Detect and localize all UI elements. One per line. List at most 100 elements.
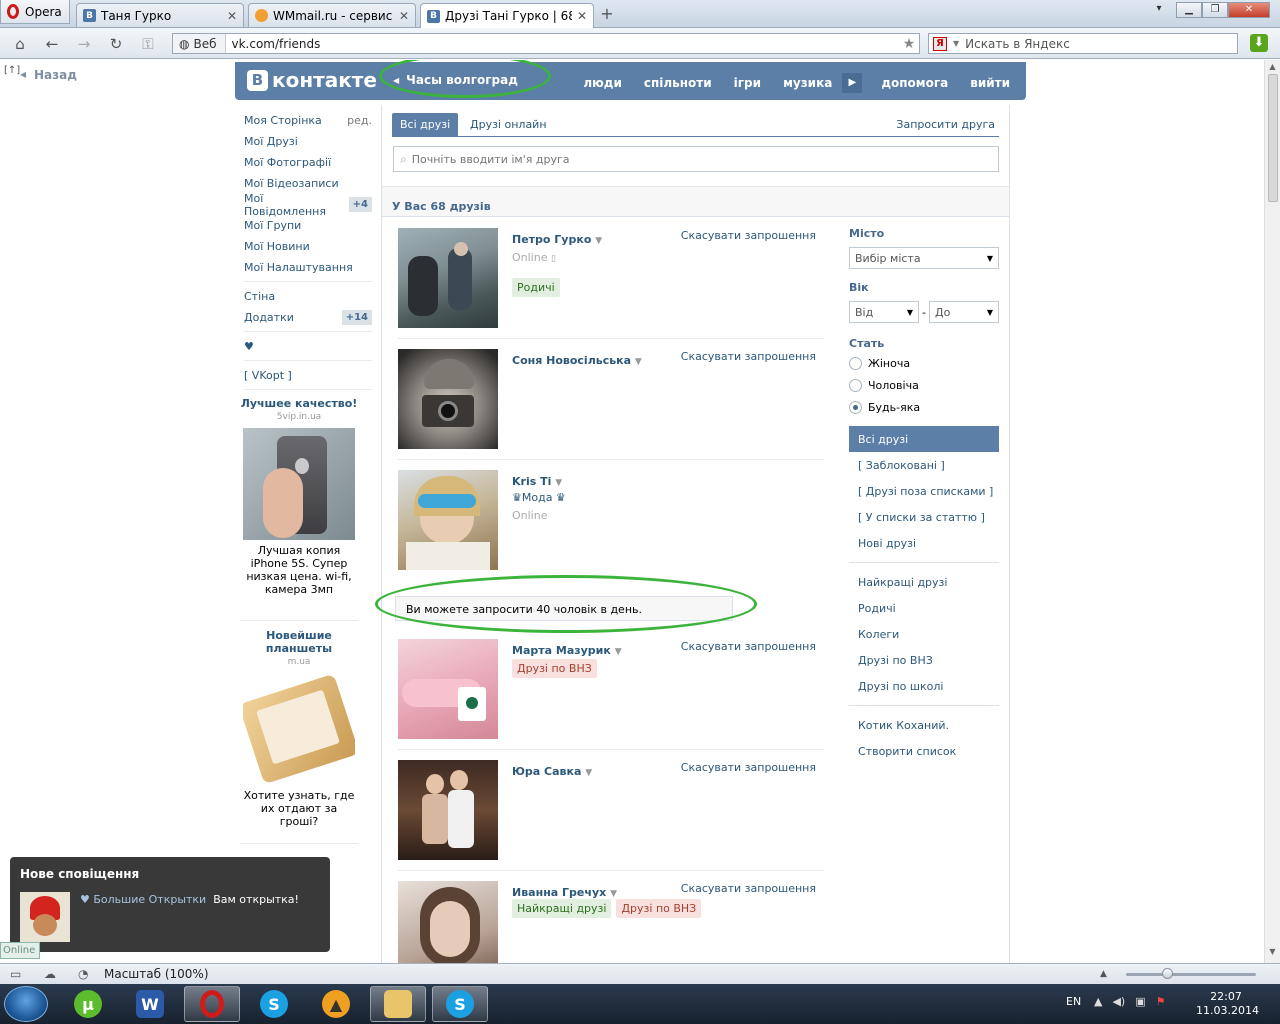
web-badge[interactable]: ◍ Веб	[173, 34, 226, 53]
dropdown-triangle-icon[interactable]: ▼	[610, 889, 617, 899]
reload-icon[interactable]: ↻	[106, 34, 126, 54]
sex-radio-male[interactable]: Чоловіча	[849, 374, 999, 396]
list-outside-lists[interactable]: [ Друзі поза списками ]	[849, 478, 999, 504]
zoom-slider[interactable]	[1126, 973, 1256, 976]
ad-block[interactable]: Лучшее качество! 5vip.in.ua Лучшая копия…	[240, 397, 358, 596]
search-engine-dropdown-icon[interactable]: ▼	[953, 39, 959, 48]
menu-my-news[interactable]: Мої Новини	[244, 236, 372, 257]
taskbar-skype-2[interactable]: S	[432, 986, 488, 1022]
zoom-slider-thumb[interactable]	[1162, 968, 1173, 979]
city-select[interactable]: Вибір міста ▼	[849, 247, 999, 269]
scroll-up-marker[interactable]: [↑]	[4, 65, 20, 76]
ad-title[interactable]: Новейшие планшеты	[240, 629, 358, 655]
notification-source-link[interactable]: ♥ Большие Открытки	[80, 893, 206, 906]
friend-tag[interactable]: Родичі	[512, 278, 560, 297]
dropdown-triangle-icon[interactable]: ▼	[585, 768, 592, 778]
ad-image-tablet[interactable]	[243, 673, 355, 785]
volume-icon[interactable]: ◀)	[1112, 995, 1125, 1008]
new-tab-button[interactable]: +	[598, 6, 616, 24]
notification-avatar[interactable]	[20, 892, 70, 942]
cancel-invite-link[interactable]: Скасувати запрошення	[681, 229, 816, 242]
forward-arrow-icon[interactable]: →	[74, 34, 94, 54]
zoom-menu-icon[interactable]: ▲	[1100, 969, 1107, 979]
dropdown-triangle-icon[interactable]: ▼	[555, 478, 562, 488]
list-by-sex[interactable]: [ У списки за статтю ]	[849, 504, 999, 530]
tab-online-friends[interactable]: Друзі онлайн	[462, 113, 555, 136]
list-all-friends[interactable]: Всі друзі	[849, 426, 999, 452]
friend-name[interactable]: Петро Гурко ▼	[512, 233, 602, 246]
list-university-friends[interactable]: Друзі по ВНЗ	[849, 647, 999, 673]
nav-play-icon[interactable]: ▶	[842, 73, 863, 93]
invite-friend-link[interactable]: Запросити друга	[896, 118, 995, 131]
friend-name[interactable]: Иванна Гречух ▼	[512, 886, 617, 899]
friend-photo[interactable]	[398, 881, 498, 963]
cancel-invite-link[interactable]: Скасувати запрошення	[681, 350, 816, 363]
scrollbar-thumb[interactable]	[1268, 74, 1278, 202]
speed-dial-icon[interactable]: ◔	[78, 967, 88, 981]
key-icon[interactable]: ⚿	[138, 34, 158, 54]
friend-photo[interactable]	[398, 639, 498, 739]
friend-photo[interactable]	[398, 228, 498, 328]
browser-tab[interactable]: В Таня Гурко ✕	[76, 3, 244, 27]
friend-name[interactable]: Марта Мазурик ▼	[512, 644, 622, 657]
nav-logout[interactable]: вийти	[959, 76, 1010, 90]
dropdown-triangle-icon[interactable]: ▼	[615, 647, 622, 657]
taskbar-utorrent[interactable]: µ	[60, 986, 116, 1022]
menu-my-messages[interactable]: Мої Повідомлення +4	[244, 192, 372, 218]
cancel-invite-link[interactable]: Скасувати запрошення	[681, 761, 816, 774]
tab-all-friends[interactable]: Всі друзі	[392, 113, 459, 136]
edit-link[interactable]: ред.	[347, 114, 372, 127]
list-best-friends[interactable]: Найкращі друзі	[849, 569, 999, 595]
back-link[interactable]: [↑] ◂ Назад	[4, 65, 77, 82]
menu-apps[interactable]: Додатки +14	[244, 307, 372, 328]
nav-communities[interactable]: спільноти	[633, 76, 723, 90]
taskbar-aimp[interactable]: ▲	[308, 986, 364, 1022]
tab-list-chevron-icon[interactable]: ▾	[1146, 2, 1172, 18]
friend-name[interactable]: Kris Ti ▼	[512, 475, 562, 488]
download-icon[interactable]: ⬇	[1250, 34, 1268, 52]
clock[interactable]: 22:07 11.03.2014	[1196, 990, 1259, 1018]
taskbar-word[interactable]: W	[122, 986, 178, 1022]
language-indicator[interactable]: EN	[1066, 995, 1081, 1008]
tray-expand-icon[interactable]: ▲	[1094, 995, 1102, 1008]
radio-button-selected[interactable]	[849, 400, 862, 414]
list-relatives[interactable]: Родичі	[849, 595, 999, 621]
friend-search-input[interactable]: ⌕ Почніть вводити ім'я друга	[393, 146, 999, 172]
cancel-invite-link[interactable]: Скасувати запрошення	[681, 640, 816, 653]
notification-popup[interactable]: Нове сповіщення ♥ Большие Открытки Вам о…	[10, 857, 330, 952]
scroll-down-arrow-icon[interactable]: ▼	[1265, 947, 1280, 959]
create-list-link[interactable]: Створити список	[849, 738, 999, 764]
url-text[interactable]: vk.com/friends	[226, 37, 900, 51]
ad-title[interactable]: Лучшее качество!	[240, 397, 358, 410]
taskbar-opera[interactable]	[184, 986, 240, 1022]
menu-wall[interactable]: Стіна	[244, 286, 372, 307]
friend-tag[interactable]: Найкращі друзі	[512, 899, 612, 918]
zoom-label[interactable]: Масштаб (100%)	[104, 967, 209, 981]
menu-heart[interactable]: ♥	[244, 336, 372, 357]
opera-menu-button[interactable]: Opera	[0, 0, 70, 24]
ad-block[interactable]: Новейшие планшеты m.ua Хотите узнать, гд…	[240, 629, 358, 828]
nav-help[interactable]: допомога	[870, 76, 959, 90]
nav-music[interactable]: музика	[772, 76, 834, 90]
dropdown-triangle-icon[interactable]: ▼	[635, 357, 642, 367]
radio-button[interactable]	[849, 378, 862, 392]
list-blocked[interactable]: [ Заблоковані ]	[849, 452, 999, 478]
panel-toggle-icon[interactable]: ▭	[10, 967, 21, 981]
list-school-friends[interactable]: Друзі по школі	[849, 673, 999, 699]
friend-photo[interactable]	[398, 760, 498, 860]
cloud-icon[interactable]: ☁	[44, 967, 56, 981]
close-tab-icon[interactable]: ✕	[227, 9, 237, 23]
back-arrow-icon[interactable]: ←	[42, 34, 62, 54]
friend-photo[interactable]	[398, 470, 498, 570]
radio-button[interactable]	[849, 356, 862, 370]
menu-vkopt[interactable]: [ VKopt ]	[244, 365, 372, 386]
start-button[interactable]	[4, 986, 48, 1022]
ad-image-iphone[interactable]	[243, 428, 355, 540]
nav-people[interactable]: люди	[572, 76, 633, 90]
list-new-friends[interactable]: Нові друзі	[849, 530, 999, 556]
taskbar-explorer[interactable]	[370, 986, 426, 1022]
friend-name[interactable]: Соня Новосільська ▼	[512, 354, 642, 367]
list-colleagues[interactable]: Колеги	[849, 621, 999, 647]
yandex-search-input[interactable]: Я ▼ Искать в Яндекс	[928, 33, 1238, 54]
scroll-up-arrow-icon[interactable]: ▲	[1265, 62, 1280, 74]
